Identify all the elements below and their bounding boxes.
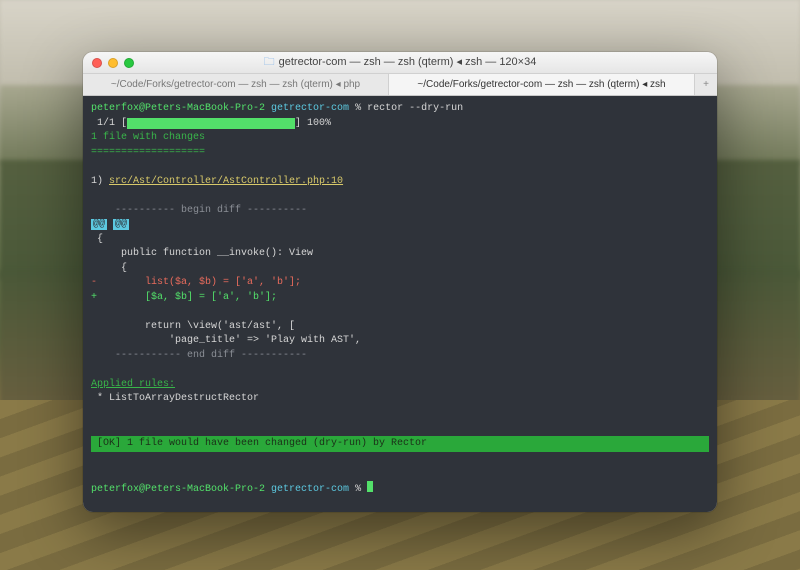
separator: =================== bbox=[91, 147, 205, 158]
new-tab-button[interactable]: + bbox=[695, 74, 717, 95]
tab-1-label: ~/Code/Forks/getrector-com — zsh — zsh (… bbox=[111, 79, 360, 90]
close-icon[interactable] bbox=[92, 58, 102, 68]
begin-diff: ---------- begin diff ---------- bbox=[91, 205, 307, 216]
prompt-dir: getrector-com bbox=[271, 103, 349, 114]
end-diff: ----------- end diff ----------- bbox=[91, 350, 307, 361]
prompt2-dir: getrector-com bbox=[271, 484, 349, 495]
prompt-user: peterfox@Peters-MacBook-Pro-2 bbox=[91, 103, 265, 114]
prompt2-user: peterfox@Peters-MacBook-Pro-2 bbox=[91, 484, 265, 495]
tab-1[interactable]: ~/Code/Forks/getrector-com — zsh — zsh (… bbox=[83, 74, 389, 95]
titlebar[interactable]: 🗀 getrector-com — zsh — zsh (qterm) ◂ zsh… bbox=[83, 52, 717, 74]
folder-icon: 🗀 bbox=[264, 56, 275, 68]
changes-line: 1 file with changes bbox=[91, 132, 205, 143]
return-line-1: return \view('ast/ast', [ bbox=[91, 321, 295, 332]
return-line-2: 'page_title' => 'Play with AST', bbox=[91, 335, 361, 346]
tab-2[interactable]: ~/Code/Forks/getrector-com — zsh — zsh (… bbox=[389, 74, 695, 95]
window-title-text: getrector-com — zsh — zsh (qterm) ◂ zsh … bbox=[279, 56, 537, 68]
file-path: src/Ast/Controller/AstController.php:10 bbox=[109, 176, 343, 187]
window-title: 🗀 getrector-com — zsh — zsh (qterm) ◂ zsh… bbox=[83, 53, 717, 72]
diff-plus-code: [$a, $b] = ['a', 'b']; bbox=[97, 292, 277, 303]
plus-icon: + bbox=[703, 79, 709, 90]
file-num: 1) bbox=[91, 176, 109, 187]
minimize-icon[interactable] bbox=[108, 58, 118, 68]
tab-bar: ~/Code/Forks/getrector-com — zsh — zsh (… bbox=[83, 74, 717, 96]
terminal-window: 🗀 getrector-com — zsh — zsh (qterm) ◂ zsh… bbox=[83, 52, 717, 512]
progress-suffix: ] 100% bbox=[295, 118, 331, 129]
progress-prefix: 1/1 [ bbox=[91, 118, 127, 129]
applied-rule: * ListToArrayDestructRector bbox=[91, 393, 259, 404]
cursor-icon bbox=[367, 481, 373, 492]
zoom-icon[interactable] bbox=[124, 58, 134, 68]
prompt2-symbol: % bbox=[349, 484, 367, 495]
fn-line: public function __invoke(): View bbox=[91, 248, 313, 259]
hunk-b: @@ bbox=[113, 219, 129, 230]
terminal-body[interactable]: peterfox@Peters-MacBook-Pro-2 getrector-… bbox=[83, 96, 717, 512]
command-text: rector --dry-run bbox=[367, 103, 463, 114]
brace-open: { bbox=[91, 234, 103, 245]
prompt-symbol: % bbox=[349, 103, 367, 114]
hunk-a: @@ bbox=[91, 219, 107, 230]
progress-bar: ============================ bbox=[127, 118, 295, 129]
ok-banner: [OK] 1 file would have been changed (dry… bbox=[91, 436, 709, 453]
tab-2-label: ~/Code/Forks/getrector-com — zsh — zsh (… bbox=[417, 79, 665, 90]
diff-minus-code: list($a, $b) = ['a', 'b']; bbox=[97, 277, 301, 288]
traffic-lights bbox=[92, 58, 134, 68]
brace-2: { bbox=[91, 263, 127, 274]
applied-rules-heading: Applied rules: bbox=[91, 379, 175, 390]
